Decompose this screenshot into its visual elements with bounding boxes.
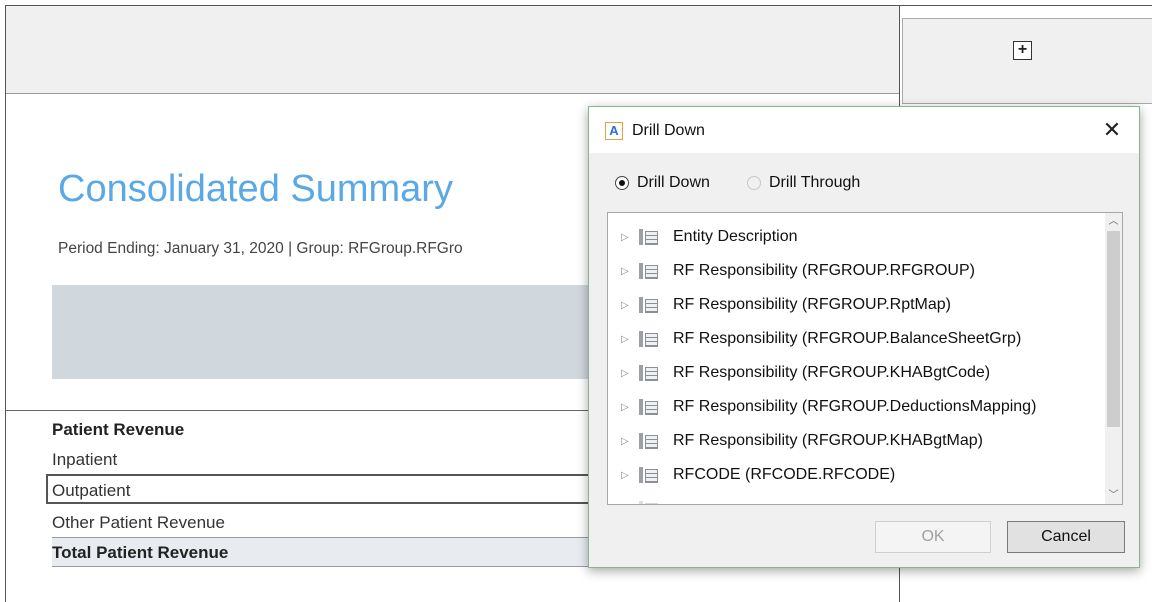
tree-item[interactable]: ▷ Entity Description <box>608 220 1102 254</box>
table-icon <box>639 466 659 484</box>
radio-unselected-icon[interactable] <box>747 176 761 190</box>
radio-drill-down-label: Drill Down <box>637 174 710 191</box>
expand-triangle-icon[interactable]: ▷ <box>621 368 631 379</box>
report-subtitle: Period Ending: January 31, 2020 | Group:… <box>58 240 463 257</box>
divider <box>6 410 656 411</box>
expand-triangle-icon[interactable]: ▷ <box>621 334 631 345</box>
table-icon <box>639 262 659 280</box>
report-column-header-band <box>52 285 652 379</box>
table-icon <box>639 398 659 416</box>
row-outpatient[interactable]: Outpatient <box>52 481 130 501</box>
ok-button[interactable]: OK <box>875 521 991 553</box>
app-icon: A <box>605 122 623 140</box>
table-icon <box>639 500 659 504</box>
report-header-band <box>6 6 899 94</box>
row-patient-revenue[interactable]: Patient Revenue <box>52 420 184 440</box>
expand-triangle-icon[interactable]: ▷ <box>621 232 631 243</box>
right-column-header <box>902 18 1152 104</box>
cancel-button[interactable]: Cancel <box>1007 521 1125 553</box>
tree-item-label: RF Responsibility (RFGROUP.BalanceSheetG… <box>673 330 1022 347</box>
radio-drill-through[interactable]: Drill Through <box>747 173 860 193</box>
tree-item-partial: ▷ <box>608 492 1102 505</box>
expand-triangle-icon[interactable]: ▷ <box>621 436 631 447</box>
tree-item-label: RF Responsibility (RFGROUP.RptMap) <box>673 296 951 313</box>
drill-down-dialog: A Drill Down ✕ Drill Down Drill Through … <box>588 106 1140 568</box>
radio-selected-icon[interactable] <box>615 176 629 190</box>
expand-triangle-icon[interactable]: ▷ <box>621 402 631 413</box>
report-title: Consolidated Summary <box>58 168 453 210</box>
expand-triangle-icon[interactable]: ▷ <box>621 470 631 481</box>
tree-item-label: RF Responsibility (RFGROUP.KHABgtMap) <box>673 432 984 449</box>
tree-item[interactable]: ▷ RF Responsibility (RFGROUP.RFGROUP) <box>608 254 1102 288</box>
dialog-title-bar: A Drill Down ✕ <box>589 107 1139 153</box>
radio-drill-through-label: Drill Through <box>769 174 861 191</box>
tree-item-label: RFCODE (RFCODE.RFCODE) <box>673 466 896 483</box>
expand-triangle-icon[interactable]: ▷ <box>621 300 631 311</box>
table-icon <box>639 296 659 314</box>
table-icon <box>639 330 659 348</box>
row-other-patient-revenue[interactable]: Other Patient Revenue <box>52 513 225 533</box>
tree-scrollbar[interactable]: ︿ ﹀ <box>1105 213 1122 504</box>
expand-triangle-icon: ▷ <box>621 504 631 505</box>
tree-item-label: Entity Description <box>673 228 798 245</box>
radio-drill-down[interactable]: Drill Down <box>615 173 710 193</box>
tree-item-label: RF Responsibility (RFGROUP.KHABgtCode) <box>673 364 991 381</box>
close-icon[interactable]: ✕ <box>1097 115 1127 145</box>
table-icon <box>639 432 659 450</box>
dimension-tree[interactable]: ▷ Entity Description ▷ RF Responsibility (R… <box>607 212 1123 505</box>
scroll-thumb[interactable] <box>1107 231 1120 427</box>
tree-item[interactable]: ▷ RF Responsibility (RFGROUP.BalanceSheet… <box>608 322 1102 356</box>
tree-item-label: RF Responsibility (RFGROUP.RFGROUP) <box>673 262 975 279</box>
add-button[interactable]: + <box>1013 41 1032 60</box>
tree-item[interactable]: ▷ RF Responsibility (RFGROUP.DeductionsMa… <box>608 390 1102 424</box>
scroll-up-icon[interactable]: ︿ <box>1105 213 1122 230</box>
tree-item[interactable]: ▷ RFCODE (RFCODE.RFCODE) <box>608 458 1102 492</box>
tree-item[interactable]: ▷ RF Responsibility (RFGROUP.RptMap) <box>608 288 1102 322</box>
expand-triangle-icon[interactable]: ▷ <box>621 266 631 277</box>
tree-item[interactable]: ▷ RF Responsibility (RFGROUP.KHABgtMap) <box>608 424 1102 458</box>
table-icon <box>639 364 659 382</box>
tree-item-label: RF Responsibility (RFGROUP.DeductionsMap… <box>673 398 1037 415</box>
row-total-patient-revenue[interactable]: Total Patient Revenue <box>52 543 228 563</box>
dialog-title: Drill Down <box>632 122 705 139</box>
row-inpatient[interactable]: Inpatient <box>52 450 117 470</box>
tree-item[interactable]: ▷ RF Responsibility (RFGROUP.KHABgtCode) <box>608 356 1102 390</box>
table-icon <box>639 228 659 246</box>
scroll-down-icon[interactable]: ﹀ <box>1105 487 1122 504</box>
